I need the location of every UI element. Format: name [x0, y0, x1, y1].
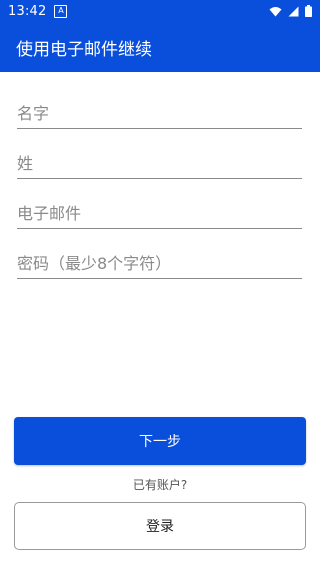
page-title: 使用电子邮件继续	[16, 39, 152, 60]
email-field[interactable]	[17, 198, 302, 228]
first-name-field-container	[17, 98, 302, 129]
login-button[interactable]: 登录	[14, 502, 306, 550]
have-account-text: 已有账户?	[132, 478, 188, 492]
password-field-container	[17, 248, 302, 279]
wifi-icon	[269, 6, 282, 16]
password-field[interactable]	[17, 248, 302, 278]
status-bar: 13:42 A	[0, 0, 320, 22]
a-letter-icon: A	[54, 4, 68, 18]
status-icons	[269, 5, 312, 17]
app-bar: 使用电子邮件继续	[0, 22, 320, 72]
last-name-field-container	[17, 148, 302, 179]
signal-icon	[288, 6, 299, 16]
email-field-container	[17, 198, 302, 229]
status-time: 13:42	[8, 3, 47, 19]
last-name-field[interactable]	[17, 148, 302, 178]
battery-icon	[305, 5, 312, 17]
next-button[interactable]: 下一步	[14, 417, 306, 465]
first-name-field[interactable]	[17, 98, 302, 128]
